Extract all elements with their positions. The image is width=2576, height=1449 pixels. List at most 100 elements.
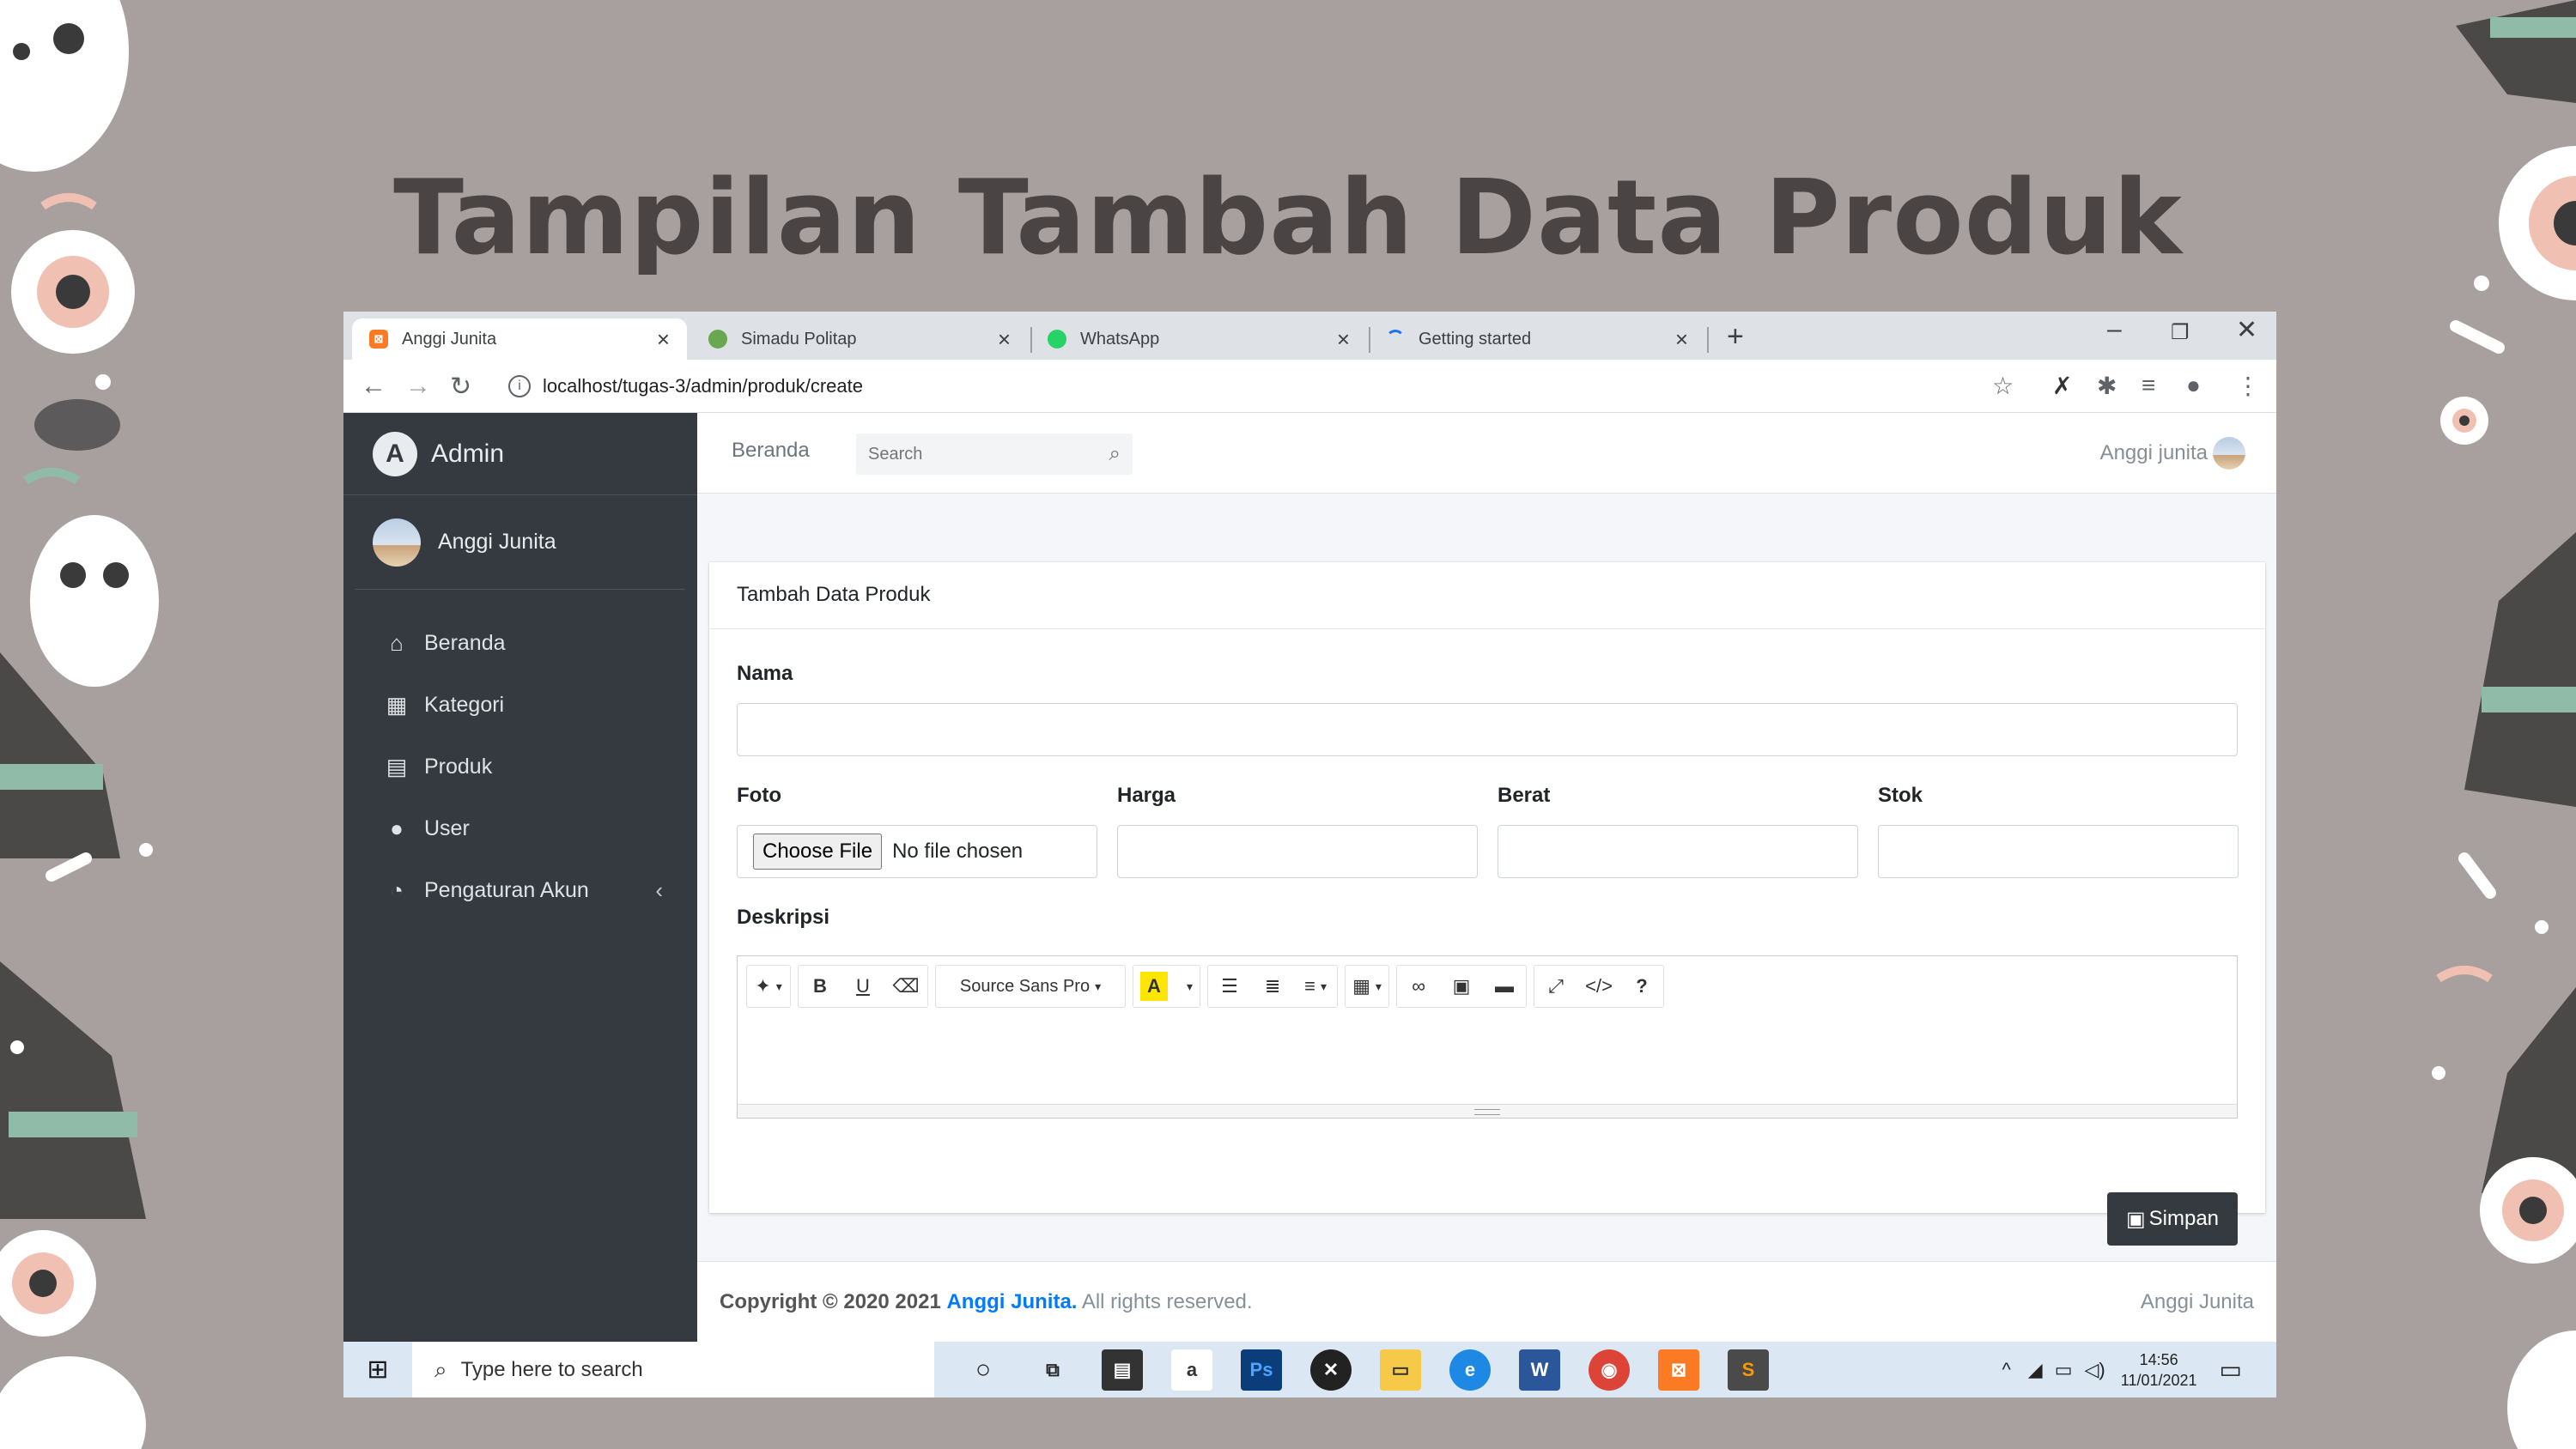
home-icon: ⌂ — [390, 629, 404, 656]
volume-icon[interactable]: ◁) — [2085, 1359, 2105, 1381]
brand-link[interactable]: A Admin — [343, 413, 697, 495]
back-icon[interactable]: ← — [361, 372, 386, 401]
new-tab-button[interactable]: + — [1727, 320, 1744, 354]
sidebar-item-user[interactable]: ● User — [343, 797, 697, 859]
minimize-button[interactable]: – — [2107, 315, 2122, 344]
sidebar-item-beranda[interactable]: ⌂ Beranda — [343, 612, 697, 674]
sidebar: A Admin Anggi Junita ⌂ Beranda ▦ Kategor… — [343, 413, 697, 1342]
nav-beranda-link[interactable]: Beranda — [732, 439, 810, 463]
bookmark-star-icon[interactable]: ☆ — [1992, 372, 2014, 400]
text-color-icon[interactable]: A — [1140, 972, 1168, 1001]
task-view-icon[interactable]: ⧉ — [1032, 1349, 1073, 1391]
table-icon[interactable]: ▦ ▾ — [1346, 966, 1388, 1007]
footer-author-link[interactable]: Anggi Junita. — [946, 1290, 1077, 1313]
xampp-icon: ⊠ — [369, 330, 388, 349]
sublime-text-icon[interactable]: S — [1728, 1349, 1769, 1391]
restore-button[interactable]: ❐ — [2171, 320, 2190, 345]
xbox-icon[interactable]: ✕ — [1310, 1349, 1352, 1391]
reading-list-icon[interactable]: ≡ — [2142, 372, 2155, 399]
tab-getting-started[interactable]: Getting started × — [1369, 318, 1705, 360]
editor-resize-handle[interactable] — [738, 1104, 2237, 1118]
loading-icon — [1386, 330, 1405, 349]
user-panel[interactable]: Anggi Junita — [355, 495, 685, 590]
system-tray: ^ ◢ ▭ ◁) 14:56 11/01/2021 ▭ — [2002, 1342, 2242, 1397]
dashboard-icon: ◔ — [390, 876, 404, 903]
foto-label: Foto — [737, 784, 781, 807]
font-family-dropdown[interactable]: Source Sans Pro ▾ — [936, 966, 1125, 1007]
extensions-puzzle-icon[interactable]: ✱ — [2097, 372, 2117, 400]
close-tab-icon[interactable]: × — [1675, 326, 1688, 353]
berat-field[interactable] — [1498, 825, 1858, 878]
editor-toolbar: ✦ ▾ B U ⌫ Source Sans Pro ▾ A ▾ ☰ ≣ ≡ ▾ … — [738, 956, 2237, 1016]
help-icon[interactable]: ? — [1620, 966, 1663, 1007]
footer-rights: All rights reserved. — [1077, 1289, 1253, 1313]
code-view-icon[interactable]: </> — [1577, 966, 1620, 1007]
extension-x-icon[interactable]: ✗ — [2052, 372, 2072, 400]
profile-icon[interactable]: ● — [2186, 372, 2201, 399]
edge-icon[interactable]: e — [1449, 1349, 1491, 1391]
chrome-icon[interactable]: ◉ — [1589, 1349, 1630, 1391]
amazon-icon[interactable]: a — [1171, 1349, 1212, 1391]
card-title: Tambah Data Produk — [709, 562, 2265, 629]
paragraph-align-icon[interactable]: ≡ ▾ — [1294, 966, 1337, 1007]
forward-icon[interactable]: → — [405, 372, 431, 401]
foto-file-input[interactable]: Choose File No file chosen — [737, 825, 1097, 878]
notification-icon[interactable]: ▭ — [2220, 1355, 2242, 1384]
store-icon[interactable]: ▤ — [1102, 1349, 1143, 1391]
word-icon[interactable]: W — [1519, 1349, 1560, 1391]
chevron-left-icon: ‹ — [655, 876, 663, 903]
stok-label: Stok — [1878, 784, 1923, 807]
menu-dots-icon[interactable]: ⋮ — [2236, 372, 2260, 400]
reload-icon[interactable]: ↻ — [450, 372, 471, 402]
xampp-icon[interactable]: ⊠ — [1658, 1349, 1699, 1391]
sidebar-item-kategori[interactable]: ▦ Kategori — [343, 674, 697, 736]
magic-style-icon[interactable]: ✦ ▾ — [747, 966, 790, 1007]
search-icon[interactable]: ⌕ — [1109, 442, 1121, 466]
image-icon[interactable]: ▣ — [1440, 966, 1483, 1007]
underline-icon[interactable]: U — [841, 966, 884, 1007]
harga-label: Harga — [1117, 784, 1176, 807]
sidebar-item-pengaturan-akun[interactable]: ◔ Pengaturan Akun ‹ — [343, 859, 697, 921]
sidebar-item-produk[interactable]: ▤ Produk — [343, 736, 697, 797]
file-explorer-icon[interactable]: ▭ — [1380, 1349, 1421, 1391]
sidebar-item-label: User — [424, 815, 470, 840]
taskbar-search[interactable]: ⌕ Type here to search — [412, 1342, 934, 1397]
eraser-icon[interactable]: ⌫ — [884, 966, 927, 1007]
tab-simadu-politap[interactable]: Simadu Politap × — [691, 318, 1028, 360]
fullscreen-icon[interactable]: ⤢ — [1534, 966, 1577, 1007]
numbered-list-icon[interactable]: ≣ — [1251, 966, 1294, 1007]
search-input[interactable] — [868, 444, 1109, 464]
whatsapp-icon — [1048, 330, 1066, 349]
choose-file-button[interactable]: Choose File — [753, 834, 883, 870]
photoshop-icon[interactable]: Ps — [1241, 1349, 1282, 1391]
user-menu[interactable]: Anggi junita — [2100, 437, 2245, 470]
stok-field[interactable] — [1878, 825, 2239, 878]
site-info-icon[interactable]: i — [508, 375, 531, 397]
color-dropdown-icon[interactable]: ▾ — [1175, 966, 1200, 1007]
grid-icon: ▦ — [386, 691, 408, 718]
bullet-list-icon[interactable]: ☰ — [1208, 966, 1251, 1007]
editor-view-group: ⤢ </> ? — [1534, 965, 1665, 1008]
close-tab-icon[interactable]: × — [1337, 326, 1350, 353]
wifi-icon[interactable]: ◢ — [2028, 1359, 2043, 1381]
clock[interactable]: 14:56 11/01/2021 — [2121, 1349, 2197, 1391]
battery-icon[interactable]: ▭ — [2055, 1359, 2073, 1381]
editor-style-group: ✦ ▾ — [746, 965, 791, 1008]
harga-field[interactable] — [1117, 825, 1478, 878]
nama-field[interactable] — [737, 703, 2238, 756]
sidebar-menu: ⌂ Beranda ▦ Kategori ▤ Produk ● User ◔ P… — [343, 590, 697, 921]
simpan-button[interactable]: ▣ Simpan — [2107, 1192, 2238, 1246]
windows-start-icon[interactable]: ⊞ — [343, 1355, 412, 1385]
add-product-card: Tambah Data Produk Nama Foto Choose File… — [709, 562, 2265, 1246]
link-icon[interactable]: ∞ — [1397, 966, 1440, 1007]
chevron-up-icon[interactable]: ^ — [2002, 1359, 2010, 1381]
editor-table-group: ▦ ▾ — [1345, 965, 1390, 1008]
tab-anggi-junita[interactable]: ⊠ Anggi Junita × — [352, 318, 687, 360]
close-tab-icon[interactable]: × — [998, 326, 1011, 353]
cortana-icon[interactable]: ○ — [963, 1349, 1004, 1391]
close-window-button[interactable]: ✕ — [2236, 315, 2257, 345]
bold-icon[interactable]: B — [799, 966, 841, 1007]
video-icon[interactable]: ▬ — [1483, 966, 1526, 1007]
tab-whatsapp[interactable]: WhatsApp × — [1030, 318, 1367, 360]
close-tab-icon[interactable]: × — [657, 326, 670, 353]
